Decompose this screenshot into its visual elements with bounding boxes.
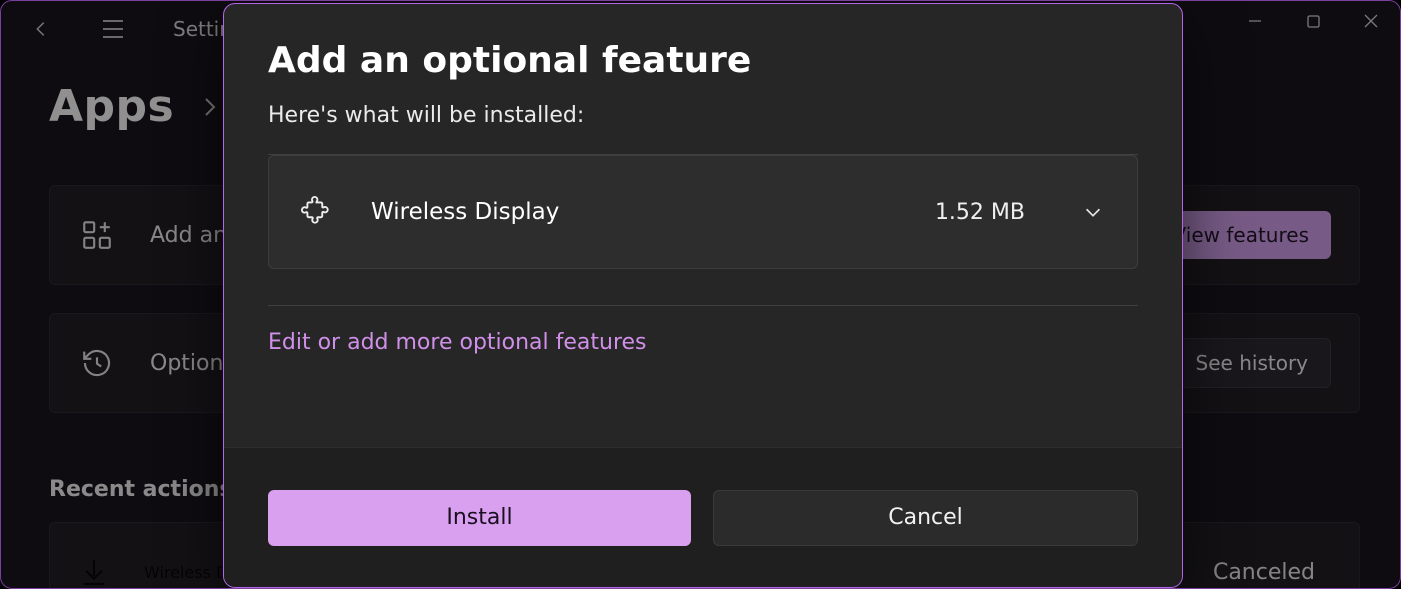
chevron-down-icon [1082, 201, 1104, 223]
divider [268, 305, 1138, 306]
feature-item[interactable]: Wireless Display 1.52 MB [268, 155, 1138, 269]
dialog-subtitle: Here's what will be installed: [268, 103, 1138, 128]
expand-feature-button[interactable] [1077, 196, 1109, 228]
install-button[interactable]: Install [268, 490, 691, 546]
settings-window: Settings Apps Add an optional feature Vi… [0, 0, 1401, 589]
cancel-button[interactable]: Cancel [713, 490, 1138, 546]
dialog-footer: Install Cancel [224, 447, 1182, 587]
feature-list: Wireless Display 1.52 MB [268, 154, 1138, 269]
puzzle-icon [297, 192, 337, 232]
dialog-title: Add an optional feature [268, 40, 1138, 81]
edit-features-link[interactable]: Edit or add more optional features [268, 330, 647, 355]
feature-size: 1.52 MB [935, 200, 1025, 225]
feature-name: Wireless Display [371, 199, 559, 225]
add-feature-dialog: Add an optional feature Here's what will… [223, 3, 1183, 588]
dialog-body: Add an optional feature Here's what will… [224, 4, 1182, 447]
